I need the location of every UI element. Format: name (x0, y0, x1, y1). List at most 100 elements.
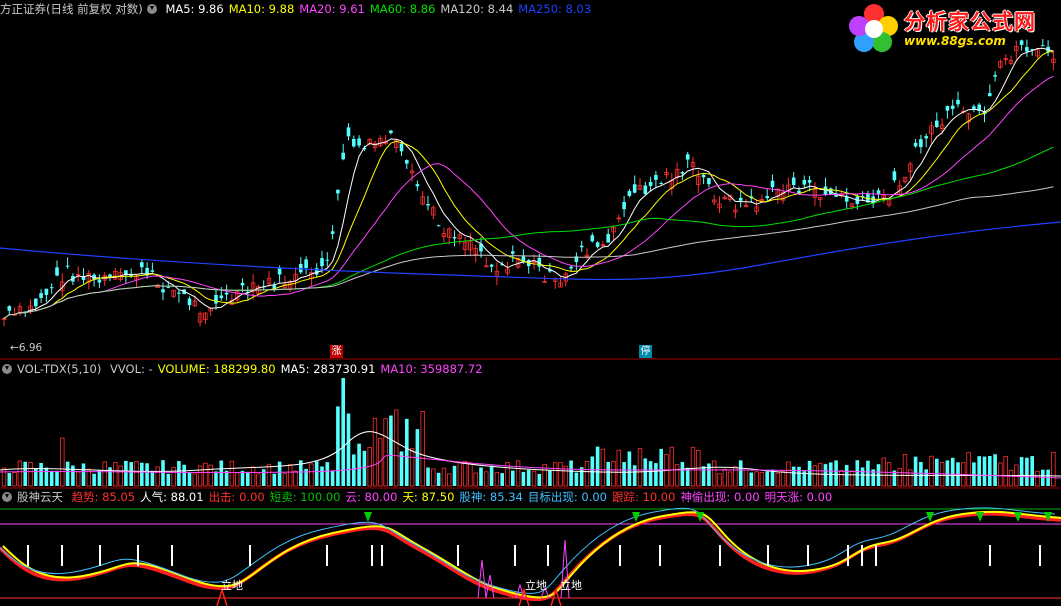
low-price-value: 6.96 (18, 342, 43, 354)
volume-bar (643, 458, 648, 486)
volume-bar (1030, 456, 1034, 486)
ma-legend-item-2: MA20: 9.61 (299, 2, 365, 16)
volume-bar (383, 418, 388, 487)
volume-bar (102, 461, 107, 487)
volume-panel[interactable] (0, 378, 1061, 487)
volume-bar (574, 472, 579, 486)
candle-body (304, 259, 308, 269)
volume-bar (611, 461, 616, 487)
ma-legend-item-1: MA10: 9.88 (228, 2, 295, 16)
volume-bar (537, 473, 542, 486)
candle-body (7, 306, 12, 311)
candle-body (707, 178, 711, 185)
volume-bar (494, 472, 500, 487)
volume-bar (993, 454, 997, 486)
volume-bar (287, 464, 293, 487)
volume-bar (754, 471, 759, 487)
logo-title: 分析家公式网 (904, 10, 1036, 34)
candle-body (277, 268, 282, 275)
candle-body (935, 120, 939, 127)
volume-bar (208, 464, 213, 487)
volume-bar (521, 471, 526, 486)
candle-body (49, 287, 54, 289)
candle-body (701, 174, 706, 178)
candle-body (913, 142, 918, 147)
chevron-down-icon[interactable] (146, 4, 157, 14)
volume-bar (250, 466, 256, 487)
volume-bar (637, 448, 643, 487)
volume-bar (616, 449, 621, 487)
volume-bar (531, 470, 537, 487)
volume-bar (23, 461, 27, 486)
candle-body (320, 258, 324, 267)
volume-bar (330, 470, 335, 486)
volume-bar (65, 461, 70, 486)
chevron-down-icon[interactable] (2, 492, 12, 502)
candle-body (452, 236, 457, 239)
volume-bar (717, 473, 722, 487)
indicator-legend-item-2: 出击: 0.00 (208, 490, 265, 504)
candle-body (950, 105, 955, 109)
volume-bar (791, 466, 796, 486)
volume-bar (357, 443, 361, 486)
volume-bar (765, 471, 769, 486)
volume-bar (553, 462, 558, 487)
main-header: 方正证券(日线 前复权 对数) MA5: 9.86 MA10: 9.88 MA20:… (0, 1, 601, 18)
stock-chart-canvas[interactable] (0, 0, 1061, 606)
candle-body (627, 190, 632, 196)
volume-bar (203, 462, 208, 487)
volume-bar (44, 467, 49, 486)
volume-bar (685, 467, 690, 486)
candle-body (357, 138, 361, 146)
volume-bar (484, 471, 489, 487)
spike-mark (477, 559, 487, 599)
candle-body (595, 242, 600, 247)
indicator-legend-item-10: 明天涨: 0.00 (764, 490, 833, 504)
candle-body (405, 160, 409, 164)
volume-bar (866, 460, 870, 486)
volume-header: VOL-TDX(5,10) VVOL: - VOLUME: 188299.80 MA… (0, 361, 493, 378)
ma-legend-item-0: MA5: 9.86 (165, 2, 224, 16)
indicator-header: 股神云天 趋势: 85.05 人气: 88.01 出击: 0.00 短卖: 100.0… (0, 489, 842, 506)
limit-up-badge: 涨 (330, 345, 343, 358)
volume-bar (627, 451, 632, 486)
volume-bar (219, 460, 224, 486)
volume-bar (632, 465, 637, 486)
volume-bar (982, 456, 987, 486)
candle-body (956, 99, 960, 105)
volume-bar (797, 466, 801, 486)
volume-bar (150, 470, 155, 486)
candle-body (150, 270, 155, 272)
candle-body (44, 288, 49, 295)
candle-body (177, 292, 181, 294)
candle-body (214, 294, 218, 304)
candle-body (325, 259, 330, 261)
volume-bar (362, 450, 367, 486)
candle-body (972, 106, 976, 109)
candle-body (569, 266, 573, 269)
ma10-line (3, 51, 1054, 319)
volume-bar (707, 463, 711, 486)
volume-bar (161, 460, 165, 486)
volume-bar (622, 462, 626, 486)
candle-body (436, 225, 441, 227)
candle-body (579, 245, 584, 248)
volume-bar (780, 470, 786, 487)
volume-legend-item-0: VVOL: - (110, 362, 153, 376)
ma-legend-item-4: MA120: 8.44 (440, 2, 514, 16)
volume-bar (405, 418, 409, 486)
candlestick-panel[interactable] (0, 38, 1061, 327)
volume-bar (855, 460, 860, 486)
volume-bar (479, 467, 483, 486)
candle-body (807, 180, 812, 183)
volume-bar (214, 471, 218, 486)
volume-bar (431, 468, 436, 487)
volume-bar (197, 465, 203, 487)
candle-body (511, 251, 515, 254)
volume-bar (919, 462, 923, 486)
chevron-down-icon[interactable] (2, 364, 12, 374)
candle-body (919, 139, 923, 148)
volume-bar (727, 471, 733, 487)
candle-body (240, 282, 245, 286)
candle-body (765, 196, 769, 199)
